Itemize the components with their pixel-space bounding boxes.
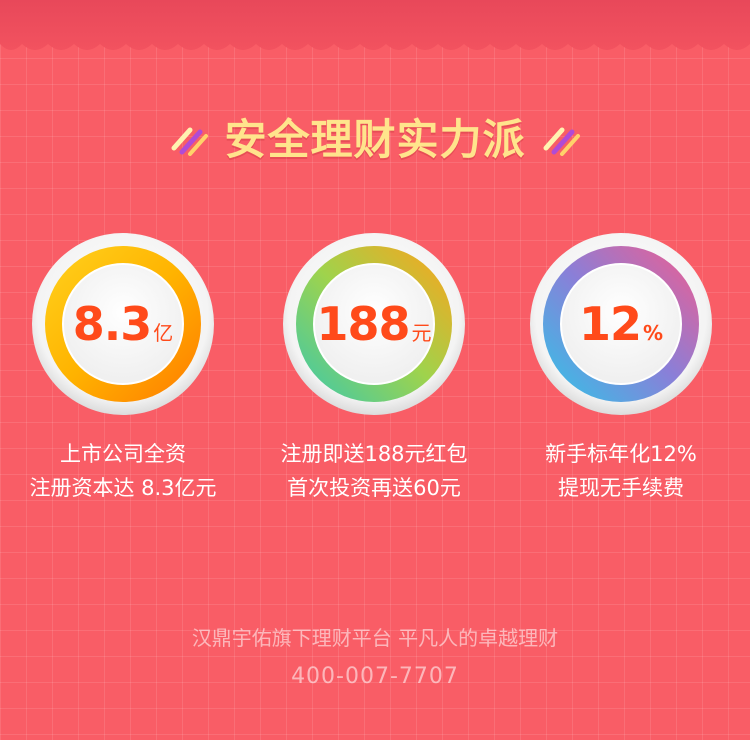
stat-unit: 亿 (153, 321, 174, 345)
stat-description: 上市公司全资 注册资本达 8.3亿元 (3, 437, 243, 505)
slash-decoration-right-icon (543, 127, 580, 156)
stat-capital: 8.3 亿 上市公司全资 注册资本达 8.3亿元 (3, 232, 243, 532)
footer-slogan: 汉鼎宇佑旗下理财平台 平凡人的卓越理财 (191, 626, 559, 650)
stat-rate: 12% 新手标年化12% 提现无手续费 (501, 232, 741, 532)
stat-unit: 元 (411, 321, 432, 345)
stat-description: 新手标年化12% 提现无手续费 (501, 437, 741, 505)
stat-value: 12% (529, 296, 713, 352)
footer-phone: 400-007-7707 (291, 664, 459, 689)
stat-desc-line: 提现无手续费 (558, 476, 684, 500)
slash-decoration-left-icon (171, 127, 209, 156)
stat-number: 12 (578, 297, 642, 351)
title-row: 安全理财实力派 (0, 106, 750, 166)
stat-value: 8.3 亿 (31, 296, 215, 352)
stat-number: 188 (316, 297, 410, 351)
stat-description: 注册即送188元红包 首次投资再送60元 (254, 437, 494, 505)
stat-unit: % (642, 321, 664, 345)
stat-number: 8.3 (72, 297, 152, 351)
scalloped-top-band (0, 0, 750, 50)
stat-desc-line: 首次投资再送60元 (287, 476, 461, 500)
stat-desc-line: 注册资本达 8.3亿元 (29, 476, 217, 500)
stat-bonus: 188 元 注册即送188元红包 首次投资再送60元 (254, 232, 494, 532)
stat-value: 188 元 (282, 296, 466, 352)
stat-desc-line: 新手标年化12% (545, 442, 697, 466)
page-title: 安全理财实力派 (224, 114, 526, 164)
stat-desc-line: 注册即送188元红包 (280, 442, 468, 466)
promo-page: 安全理财实力派 8.3 亿 上市公司全资 注册资本达 8.3亿元 188 元 注… (0, 0, 750, 740)
stat-desc-line: 上市公司全资 (60, 442, 186, 466)
